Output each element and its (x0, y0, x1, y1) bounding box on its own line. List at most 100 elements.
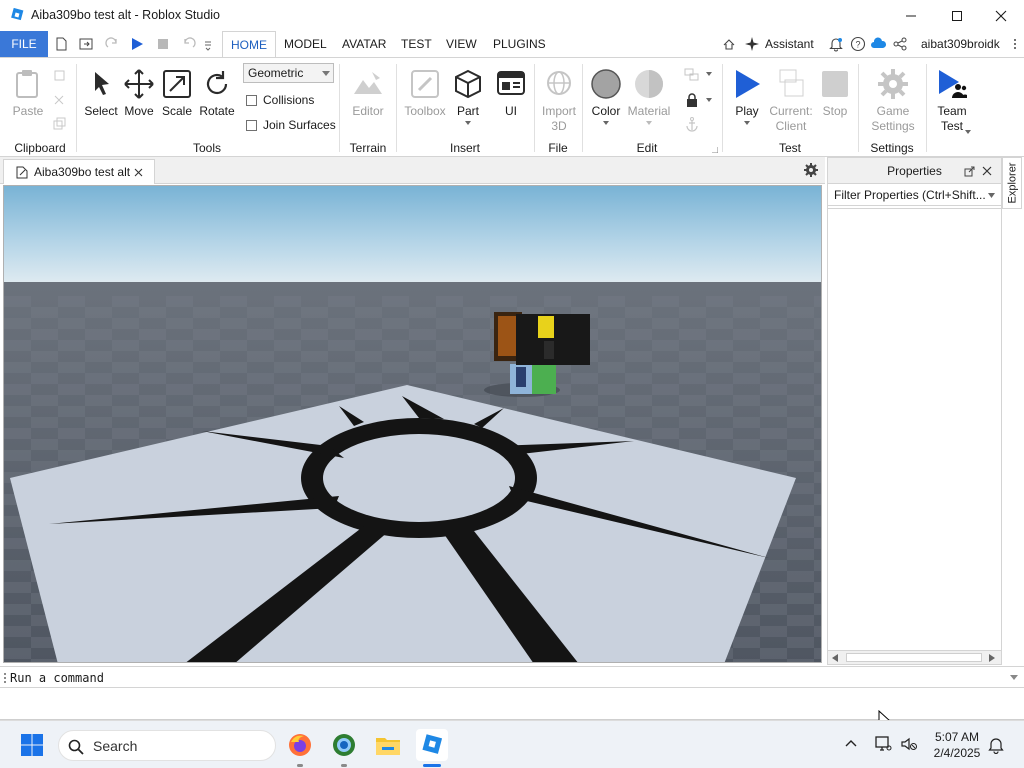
file-menu-button[interactable]: FILE (0, 31, 48, 57)
select-tool-button[interactable]: Select (84, 68, 118, 119)
customize-quick-access-icon[interactable] (203, 36, 213, 52)
paste-button[interactable]: Paste (8, 68, 48, 119)
group-label-file: File (548, 141, 568, 155)
transform-mode-dropdown[interactable]: Geometric (243, 63, 334, 83)
scroll-thumb[interactable] (846, 653, 982, 662)
toolbox-button[interactable]: Toolbox (402, 68, 448, 119)
minimize-icon (906, 15, 916, 16)
close-tab-icon[interactable] (134, 168, 143, 177)
insert-part-button[interactable]: Part (452, 68, 484, 125)
new-file-icon[interactable] (53, 36, 69, 52)
quick-play-icon[interactable] (129, 36, 145, 52)
assistant-button[interactable]: Assistant (744, 31, 814, 57)
help-icon[interactable]: ? (850, 36, 866, 52)
taskbar-search-box[interactable]: Search (58, 730, 276, 761)
filter-properties-field[interactable]: Filter Properties (Ctrl+Shift... (828, 184, 1001, 206)
close-panel-icon[interactable] (982, 166, 992, 176)
quick-stop-icon[interactable] (155, 36, 171, 52)
chevron-down-icon[interactable] (1010, 675, 1018, 680)
copy-icon[interactable] (52, 68, 66, 82)
tab-test[interactable]: TEST (401, 31, 432, 57)
join-surfaces-checkbox[interactable]: Join Surfaces (246, 118, 336, 132)
join-surfaces-checkbox-box (246, 119, 257, 131)
move-label: Move (124, 104, 154, 118)
notifications-bell-icon[interactable] (828, 36, 844, 52)
cloud-icon[interactable] (870, 36, 887, 52)
user-account-button[interactable]: aibat309broidk (921, 31, 1000, 57)
redo-icon[interactable] (104, 36, 120, 52)
rotate-tool-button[interactable]: Rotate (198, 68, 236, 119)
sparkle-icon (745, 37, 759, 51)
team-test-button[interactable]: Team Test (932, 68, 972, 134)
lock-icon[interactable] (684, 92, 700, 108)
part-cube-icon (455, 69, 481, 99)
volume-muted-icon[interactable] (900, 735, 918, 753)
color-swatch-icon (591, 69, 621, 99)
taskbar-roblox-studio[interactable] (416, 729, 448, 761)
part-label: Part (456, 104, 479, 118)
taskbar-file-explorer[interactable] (372, 729, 404, 761)
play-button[interactable]: Play (728, 68, 766, 125)
chevron-down-icon (322, 71, 330, 76)
scroll-left-icon[interactable] (832, 654, 838, 662)
color-button[interactable]: Color (588, 68, 624, 125)
stop-button[interactable]: Stop (818, 68, 852, 119)
material-sphere-icon (635, 70, 663, 98)
cut-icon[interactable] (52, 93, 66, 107)
duplicate-icon[interactable] (52, 117, 66, 131)
share-icon[interactable] (893, 37, 907, 51)
viewport-settings-gear-icon[interactable] (803, 162, 819, 178)
ui-label: UI (505, 104, 517, 118)
active-indicator (423, 764, 441, 767)
properties-horizontal-scrollbar[interactable] (828, 650, 1001, 664)
3d-viewport[interactable] (3, 185, 822, 663)
anchor-icon[interactable] (684, 116, 700, 132)
insert-ui-button[interactable]: UI (494, 68, 528, 119)
start-button[interactable] (16, 729, 48, 761)
import-3d-label-line1: Import (541, 104, 576, 118)
title-bar: Aiba309bo test alt - Roblox Studio (0, 0, 1024, 31)
scroll-right-icon[interactable] (989, 654, 995, 662)
tab-plugins[interactable]: PLUGINS (493, 31, 546, 57)
undo-icon[interactable] (181, 36, 197, 52)
ribbon-divider (339, 64, 340, 152)
expand-group-icon[interactable] (712, 147, 718, 153)
scale-tool-button[interactable]: Scale (160, 68, 194, 119)
close-button[interactable] (978, 0, 1024, 31)
taskbar-firefox[interactable] (284, 729, 316, 761)
chevron-down-icon (706, 98, 712, 102)
tab-view[interactable]: VIEW (446, 31, 477, 57)
ribbon-divider (396, 64, 397, 152)
minimize-button[interactable] (888, 0, 934, 31)
import-3d-button[interactable]: Import 3D (540, 68, 578, 134)
current-client-button[interactable]: Current: Client (768, 68, 814, 134)
material-button[interactable]: Material (626, 68, 672, 125)
move-tool-button[interactable]: Move (122, 68, 156, 119)
tab-home[interactable]: HOME (222, 31, 276, 58)
ribbon-divider (76, 64, 77, 152)
undock-icon[interactable] (964, 166, 975, 177)
group-icon[interactable] (684, 68, 700, 82)
command-input[interactable] (10, 668, 1010, 687)
taskbar-browser[interactable] (328, 729, 360, 761)
tab-avatar[interactable]: AVATAR (342, 31, 386, 57)
show-hidden-icons-chevron-up-icon[interactable] (845, 739, 857, 747)
explorer-side-tab[interactable]: Explorer (1002, 157, 1022, 209)
network-icon[interactable] (874, 735, 892, 753)
drag-handle-icon[interactable] (3, 672, 7, 684)
taskbar-clock[interactable]: 5:07 AM 2/4/2025 (926, 729, 988, 761)
terrain-editor-button[interactable]: Editor (346, 68, 390, 119)
game-settings-button[interactable]: Game Settings (864, 68, 922, 134)
current-client-label-line1: Current: (769, 104, 813, 118)
more-options-icon[interactable] (1012, 38, 1018, 50)
chevron-down-icon (646, 121, 652, 125)
collisions-checkbox[interactable]: Collisions (246, 93, 314, 107)
document-tab[interactable]: Aiba309bo test alt (3, 159, 155, 184)
maximize-button[interactable] (934, 0, 980, 31)
home-shape-icon[interactable] (722, 37, 736, 51)
notification-bell-icon[interactable] (988, 736, 1004, 754)
clock-date: 2/4/2025 (933, 746, 981, 760)
tab-model[interactable]: MODEL (284, 31, 327, 57)
client-window-icon (779, 69, 804, 97)
publish-icon[interactable] (78, 36, 94, 52)
